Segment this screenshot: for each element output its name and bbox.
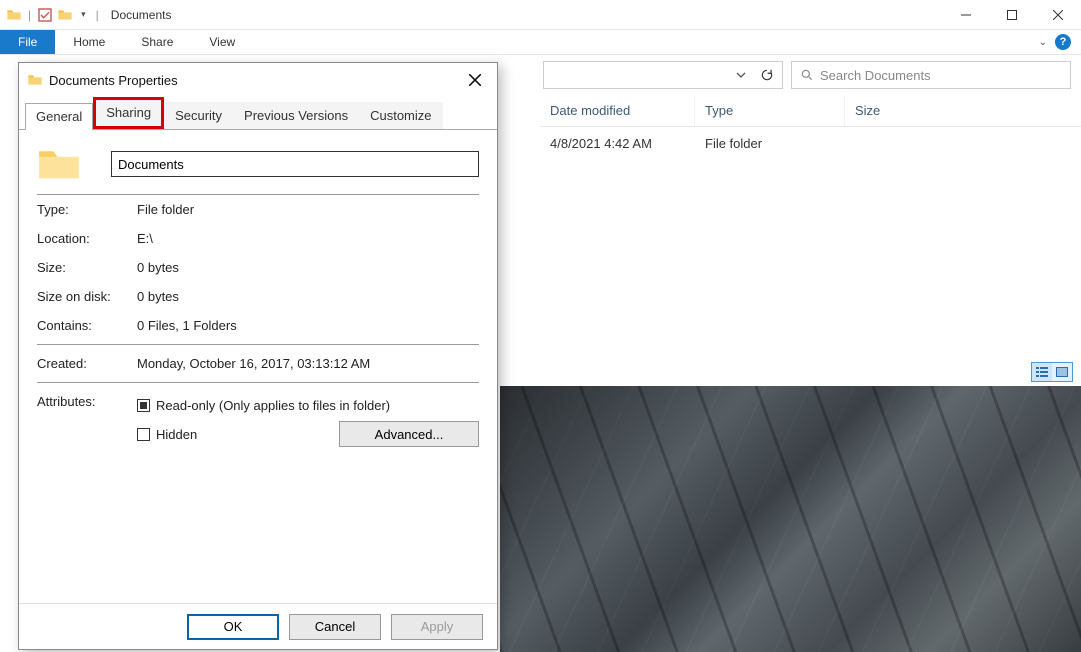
label-location: Location: <box>37 231 137 246</box>
dialog-footer: OK Cancel Apply <box>19 603 497 649</box>
folder-icon <box>27 72 43 88</box>
cell-date: 4/8/2021 4:42 AM <box>540 136 695 151</box>
dialog-close-button[interactable] <box>461 66 489 94</box>
tab-sharing[interactable]: Sharing <box>93 97 164 129</box>
apply-button[interactable]: Apply <box>391 614 483 640</box>
label-hidden: Hidden <box>156 427 197 442</box>
titlebar-left: | ▾ | Documents <box>0 7 171 23</box>
advanced-button[interactable]: Advanced... <box>339 421 479 447</box>
attributes-group: Read-only (Only applies to files in fold… <box>137 394 479 451</box>
search-icon <box>800 68 814 82</box>
checkbox-hidden[interactable] <box>137 428 150 441</box>
label-size: Size: <box>37 260 137 275</box>
separator: | <box>94 8 101 22</box>
window-controls <box>943 0 1081 30</box>
label-readonly: Read-only (Only applies to files in fold… <box>156 398 390 413</box>
address-dropdown-icon[interactable] <box>730 64 752 86</box>
folder-large-icon <box>37 146 81 182</box>
folder-icon <box>57 7 73 23</box>
column-type[interactable]: Type <box>695 95 845 126</box>
value-contains: 0 Files, 1 Folders <box>137 318 479 333</box>
window-title: Documents <box>105 8 172 22</box>
column-date-modified[interactable]: Date modified <box>540 95 695 126</box>
column-headers: Date modified Type Size <box>540 95 1081 127</box>
label-size-on-disk: Size on disk: <box>37 289 137 304</box>
ribbon-tab-home[interactable]: Home <box>55 30 123 54</box>
window-titlebar: | ▾ | Documents <box>0 0 1081 30</box>
value-location: E:\ <box>137 231 479 246</box>
cell-type: File folder <box>695 136 845 151</box>
folder-icon <box>6 7 22 23</box>
close-button[interactable] <box>1035 0 1081 30</box>
dialog-title: Documents Properties <box>43 73 178 88</box>
view-controls <box>1031 362 1073 382</box>
separator: | <box>26 8 33 22</box>
ribbon-tab-share[interactable]: Share <box>123 30 191 54</box>
value-created: Monday, October 16, 2017, 03:13:12 AM <box>137 356 479 371</box>
value-type: File folder <box>137 202 479 217</box>
minimize-button[interactable] <box>943 0 989 30</box>
dialog-body: Type:File folder Location:E:\ Size:0 byt… <box>19 130 497 603</box>
value-size: 0 bytes <box>137 260 479 275</box>
desktop-background <box>500 386 1081 652</box>
tab-general[interactable]: General <box>25 103 93 130</box>
label-created: Created: <box>37 356 137 371</box>
ribbon-right: ⌄ ? <box>1039 30 1081 54</box>
column-size[interactable]: Size <box>845 95 965 126</box>
search-box[interactable]: Search Documents <box>791 61 1071 89</box>
maximize-button[interactable] <box>989 0 1035 30</box>
label-type: Type: <box>37 202 137 217</box>
qat-dropdown-icon[interactable]: ▾ <box>77 9 90 20</box>
address-box[interactable] <box>543 61 783 89</box>
label-contains: Contains: <box>37 318 137 333</box>
separator <box>37 382 479 383</box>
tab-previous-versions[interactable]: Previous Versions <box>233 102 359 129</box>
ribbon-collapse-icon[interactable]: ⌄ <box>1039 37 1047 48</box>
checkbox-icon[interactable] <box>37 7 53 23</box>
ribbon-tab-view[interactable]: View <box>191 30 253 54</box>
folder-name-input[interactable] <box>111 151 479 177</box>
separator <box>37 344 479 345</box>
dialog-tabs: General Sharing Security Previous Versio… <box>19 97 497 130</box>
search-placeholder: Search Documents <box>820 68 931 83</box>
list-item[interactable]: 4/8/2021 4:42 AM File folder <box>540 127 1081 159</box>
dialog-titlebar: Documents Properties <box>19 63 497 97</box>
help-icon[interactable]: ? <box>1055 34 1071 50</box>
ok-button[interactable]: OK <box>187 614 279 640</box>
ribbon-file-tab[interactable]: File <box>0 30 55 54</box>
view-thumbnails-icon[interactable] <box>1052 363 1072 381</box>
value-size-on-disk: 0 bytes <box>137 289 479 304</box>
properties-dialog: Documents Properties General Sharing Sec… <box>18 62 498 650</box>
view-details-icon[interactable] <box>1032 363 1052 381</box>
checkbox-readonly[interactable] <box>137 399 150 412</box>
folder-header <box>37 140 479 195</box>
tab-customize[interactable]: Customize <box>359 102 442 129</box>
tab-security[interactable]: Security <box>164 102 233 129</box>
ribbon: File Home Share View ⌄ ? <box>0 30 1081 55</box>
label-attributes: Attributes: <box>37 394 137 409</box>
cancel-button[interactable]: Cancel <box>289 614 381 640</box>
refresh-icon[interactable] <box>756 64 778 86</box>
